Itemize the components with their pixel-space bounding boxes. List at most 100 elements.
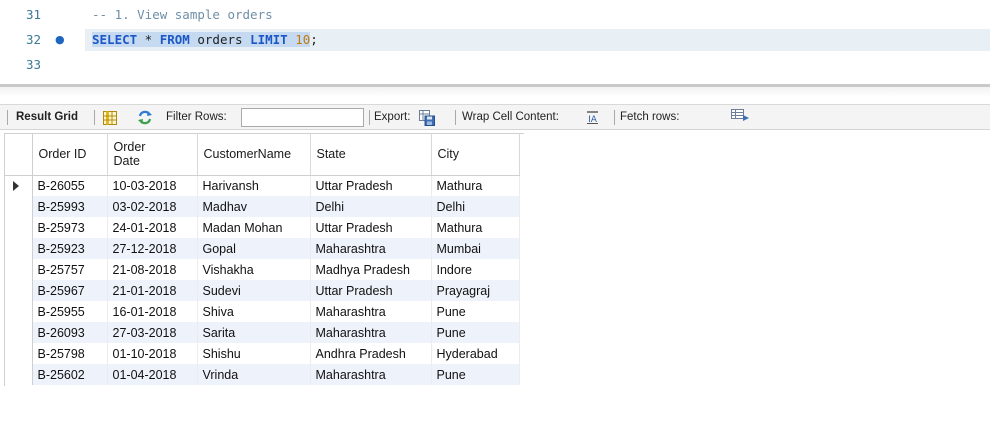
- table-row[interactable]: B-25923 27-12-2018 Gopal Maharashtra Mumbai: [4, 238, 520, 259]
- customer-name-cell[interactable]: Sudevi: [197, 280, 311, 301]
- state-cell[interactable]: Maharashtra: [310, 364, 432, 385]
- order-date-cell[interactable]: 16-01-2018: [107, 301, 198, 322]
- customer-name-cell[interactable]: Vishakha: [197, 259, 311, 280]
- row-header[interactable]: [4, 280, 33, 301]
- state-cell[interactable]: Maharashtra: [310, 301, 432, 322]
- row-header[interactable]: [4, 217, 33, 238]
- city-cell[interactable]: Pune: [431, 301, 520, 322]
- row-header-corner[interactable]: [4, 133, 33, 176]
- order-id-cell[interactable]: B-25955: [32, 301, 108, 322]
- city-cell[interactable]: Pune: [431, 364, 520, 385]
- column-header-order-id[interactable]: Order ID: [32, 133, 108, 176]
- city-cell[interactable]: Prayagraj: [431, 280, 520, 301]
- customer-name-cell[interactable]: Gopal: [197, 238, 311, 259]
- wrap-cell-toggle-icon[interactable]: IA: [586, 111, 599, 124]
- toolbar-separator: [455, 110, 456, 125]
- result-grid[interactable]: Order ID Order Date CustomerName State C…: [4, 133, 520, 385]
- sql-editor[interactable]: 31 -- 1. View sample orders 32 ● SELECT …: [0, 0, 990, 76]
- order-date-cell[interactable]: 01-04-2018: [107, 364, 198, 385]
- city-cell[interactable]: Mathura: [431, 175, 520, 196]
- table-row[interactable]: B-25798 01-10-2018 Shishu Andhra Pradesh Hyd…: [4, 343, 520, 364]
- sql-statement[interactable]: SELECT * FROM orders LIMIT 10;: [92, 29, 318, 51]
- table-row[interactable]: B-25955 16-01-2018 Shiva Maharashtra Pune: [4, 301, 520, 322]
- state-cell[interactable]: Uttar Pradesh: [310, 175, 432, 196]
- state-cell[interactable]: Delhi: [310, 196, 432, 217]
- export-icon[interactable]: [419, 110, 435, 126]
- state-cell[interactable]: Andhra Pradesh: [310, 343, 432, 364]
- row-header[interactable]: [4, 301, 33, 322]
- city-cell[interactable]: Delhi: [431, 196, 520, 217]
- order-date-cell[interactable]: 21-08-2018: [107, 259, 198, 280]
- row-header[interactable]: [4, 196, 33, 217]
- order-date-cell[interactable]: 24-01-2018: [107, 217, 198, 238]
- order-date-cell[interactable]: 27-03-2018: [107, 322, 198, 343]
- city-cell[interactable]: Mumbai: [431, 238, 520, 259]
- table-row[interactable]: B-25973 24-01-2018 Madan Mohan Uttar Prades…: [4, 217, 520, 238]
- column-header-order-date[interactable]: Order Date: [107, 133, 198, 176]
- editor-result-splitter[interactable]: [0, 76, 990, 103]
- table-row[interactable]: B-26093 27-03-2018 Sarita Maharashtra Pune: [4, 322, 520, 343]
- row-header[interactable]: [4, 322, 33, 343]
- city-cell[interactable]: Pune: [431, 322, 520, 343]
- row-header[interactable]: [4, 238, 33, 259]
- table-row[interactable]: B-25602 01-04-2018 Vrinda Maharashtra Pune: [4, 364, 520, 385]
- row-header[interactable]: [4, 259, 33, 280]
- city-cell[interactable]: Hyderabad: [431, 343, 520, 364]
- order-id-cell[interactable]: B-25757: [32, 259, 108, 280]
- customer-name-cell[interactable]: Madan Mohan: [197, 217, 311, 238]
- code-line-31[interactable]: 31 -- 1. View sample orders: [0, 4, 990, 26]
- grid-view-icon[interactable]: [103, 111, 117, 125]
- customer-name-cell[interactable]: Sarita: [197, 322, 311, 343]
- customer-name-cell[interactable]: Madhav: [197, 196, 311, 217]
- table-row[interactable]: B-25967 21-01-2018 Sudevi Uttar Pradesh Pray…: [4, 280, 520, 301]
- table-row[interactable]: B-26055 10-03-2018 Harivansh Uttar Pradesh M…: [4, 175, 520, 196]
- order-id-cell[interactable]: B-25923: [32, 238, 108, 259]
- state-cell[interactable]: Uttar Pradesh: [310, 217, 432, 238]
- code-line-33[interactable]: 33: [0, 54, 990, 76]
- state-cell[interactable]: Maharashtra: [310, 322, 432, 343]
- customer-name-cell[interactable]: Shishu: [197, 343, 311, 364]
- order-id-cell[interactable]: B-26055: [32, 175, 108, 196]
- current-line-highlight: SELECT * FROM orders LIMIT 10;: [85, 29, 990, 51]
- city-cell[interactable]: Mathura: [431, 217, 520, 238]
- table-row[interactable]: B-25993 03-02-2018 Madhav Delhi Delhi: [4, 196, 520, 217]
- column-header-city[interactable]: City: [431, 133, 520, 176]
- column-header-state[interactable]: State: [310, 133, 432, 176]
- table-body: B-26055 10-03-2018 Harivansh Uttar Pradesh M…: [4, 175, 520, 385]
- order-date-cell[interactable]: 01-10-2018: [107, 343, 198, 364]
- customer-name-cell[interactable]: Harivansh: [197, 175, 311, 196]
- state-cell[interactable]: Uttar Pradesh: [310, 280, 432, 301]
- result-grid-tab[interactable]: Result Grid: [16, 105, 78, 130]
- line-number: 32: [26, 32, 42, 47]
- state-cell[interactable]: Maharashtra: [310, 238, 432, 259]
- customer-name-cell[interactable]: Shiva: [197, 301, 311, 322]
- filter-rows-input[interactable]: [241, 108, 364, 127]
- sql-comment: -- 1. View sample orders: [92, 7, 273, 22]
- order-id-cell[interactable]: B-25993: [32, 196, 108, 217]
- order-date-cell[interactable]: 10-03-2018: [107, 175, 198, 196]
- order-id-cell[interactable]: B-25798: [32, 343, 108, 364]
- keyword-select: SELECT: [92, 32, 138, 47]
- sql-star: *: [137, 32, 160, 47]
- row-header[interactable]: [4, 175, 33, 196]
- fetch-rows-icon[interactable]: [731, 109, 750, 123]
- order-date-cell[interactable]: 27-12-2018: [107, 238, 198, 259]
- column-header-customer-name[interactable]: CustomerName: [197, 133, 311, 176]
- row-header[interactable]: [4, 343, 33, 364]
- export-label: Export:: [374, 111, 411, 123]
- order-date-cell[interactable]: 03-02-2018: [107, 196, 198, 217]
- order-id-cell[interactable]: B-25973: [32, 217, 108, 238]
- state-cell[interactable]: Madhya Pradesh: [310, 259, 432, 280]
- toolbar-separator: [7, 110, 8, 125]
- order-id-cell[interactable]: B-26093: [32, 322, 108, 343]
- customer-name-cell[interactable]: Vrinda: [197, 364, 311, 385]
- city-cell[interactable]: Indore: [431, 259, 520, 280]
- table-row[interactable]: B-25757 21-08-2018 Vishakha Madhya Pradesh I…: [4, 259, 520, 280]
- refresh-filter-icon[interactable]: [137, 110, 153, 125]
- order-id-cell[interactable]: B-25602: [32, 364, 108, 385]
- result-table[interactable]: Order ID Order Date CustomerName State C…: [4, 133, 520, 385]
- order-id-cell[interactable]: B-25967: [32, 280, 108, 301]
- row-header[interactable]: [4, 364, 33, 385]
- code-line-32[interactable]: 32 ● SELECT * FROM orders LIMIT 10;: [0, 29, 990, 51]
- order-date-cell[interactable]: 21-01-2018: [107, 280, 198, 301]
